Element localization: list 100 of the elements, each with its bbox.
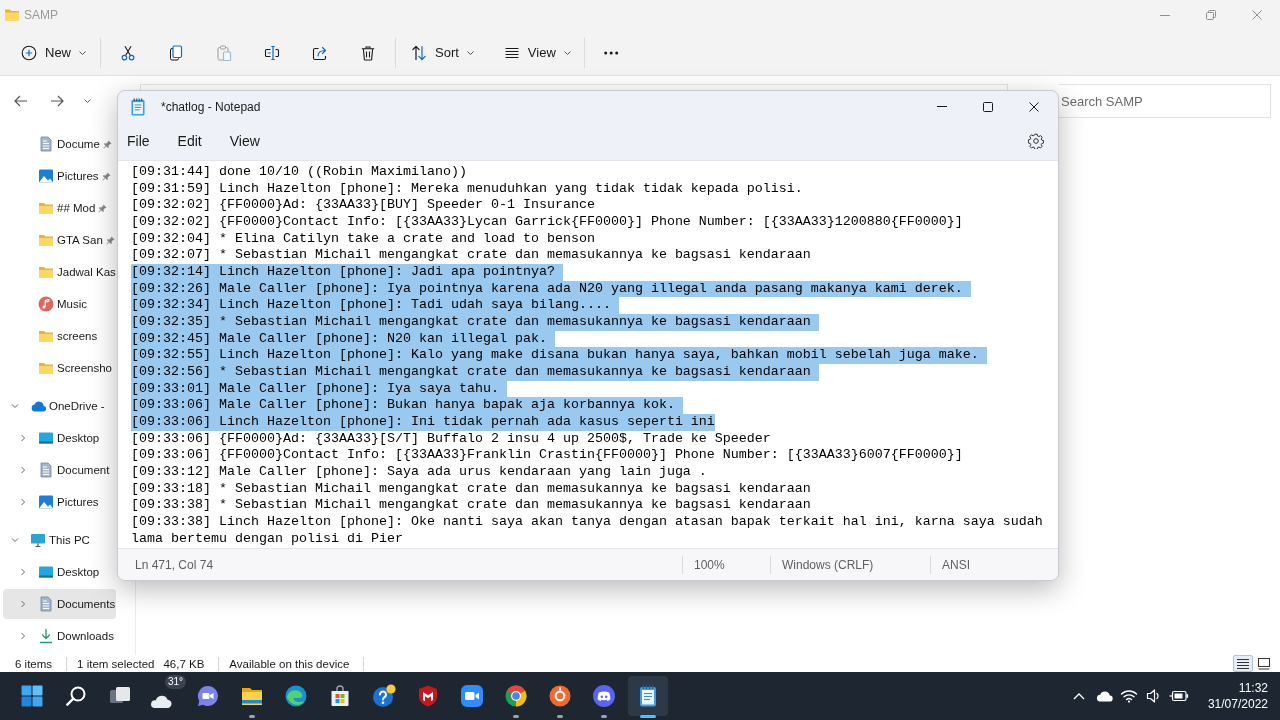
menu-item[interactable]: Edit bbox=[169, 126, 210, 156]
list-lines-icon bbox=[1236, 656, 1250, 671]
plus-circle-icon bbox=[21, 44, 37, 61]
folder-icon bbox=[38, 232, 54, 248]
navigation-item[interactable]: Docume bbox=[3, 129, 116, 159]
circle-ring-icon[interactable] bbox=[548, 684, 572, 708]
navigation-item[interactable]: Pictures bbox=[3, 161, 116, 191]
segmented-circle-icon[interactable] bbox=[504, 684, 528, 708]
item-count: 6 items bbox=[15, 657, 53, 670]
navigation-item[interactable]: Documents bbox=[3, 589, 116, 619]
share-icon bbox=[312, 44, 328, 61]
availability-status: Available on this device bbox=[229, 657, 350, 670]
document-icon bbox=[38, 136, 54, 152]
download-arrow-icon bbox=[38, 628, 54, 644]
cursor-position: Ln 471, Col 74 bbox=[135, 557, 214, 572]
wave-circle-icon[interactable] bbox=[284, 684, 308, 708]
folder-icon bbox=[38, 360, 54, 376]
folder-icon bbox=[38, 328, 54, 344]
copy-icon bbox=[168, 44, 184, 61]
navigation-item[interactable]: GTA San bbox=[3, 225, 116, 255]
arrow-right-icon bbox=[50, 95, 64, 107]
caret-icon bbox=[466, 50, 474, 55]
text-editor[interactable] bbox=[118, 160, 1058, 548]
minimize-icon bbox=[1160, 14, 1170, 16]
sort-button[interactable]: Sort bbox=[399, 35, 484, 70]
caret-icon bbox=[563, 50, 571, 55]
text-line: [09:31:44] done 10/10 ((Robin Maximilano)) bbox=[131, 164, 467, 181]
text-line: [09:32:02] {FF0000}Contact Info: [{33AA33}Lycan Garrick{FF0000}] Phone Number: [{33AA33}1200880{FF0000}] bbox=[131, 214, 963, 231]
search-field[interactable]: Search SAMP bbox=[1059, 84, 1271, 118]
search-icon[interactable] bbox=[64, 684, 88, 708]
picture-icon bbox=[38, 494, 54, 510]
text-line: [09:33:38] Linch Hazelton [phone]: Oke nanti saya akan tanya dengan atasan bapak terkait hal ini, karna saya sudah lama bertemu dengan polisi di Pier bbox=[131, 514, 1044, 548]
cloud-icon[interactable] bbox=[1095, 690, 1114, 702]
notepad-icon bbox=[130, 97, 146, 116]
battery-icon[interactable] bbox=[1169, 690, 1190, 702]
folder-icon bbox=[38, 264, 54, 280]
clock-date: 31/07/2022 bbox=[1207, 696, 1268, 712]
navigation-item[interactable]: Screensho bbox=[3, 353, 116, 383]
navigation-item[interactable]: Pictures bbox=[3, 487, 116, 517]
arrow-left-icon bbox=[14, 95, 28, 107]
shield-icon[interactable] bbox=[416, 684, 440, 708]
cloud-icon[interactable] bbox=[150, 694, 172, 708]
temperature-badge: 31° bbox=[164, 675, 186, 689]
text-line: [09:31:59] Linch Hazelton [phone]: Mereka menuduhkan yang tidak tidak kepada polisi. bbox=[131, 180, 803, 198]
scissors-icon bbox=[120, 44, 136, 61]
navigation-item[interactable]: Document bbox=[3, 455, 116, 485]
chevron-up-icon[interactable] bbox=[1073, 692, 1086, 700]
text-line: [09:32:02] {FF0000}Ad: {33AA33}[BUY] Speeder 0-1 Insurance bbox=[131, 197, 595, 214]
game-controller-icon[interactable] bbox=[592, 684, 616, 708]
question-mark-icon[interactable] bbox=[372, 684, 396, 708]
navigation-item[interactable]: OneDrive - bbox=[3, 391, 116, 421]
video-camera-icon[interactable] bbox=[460, 684, 484, 708]
navigation-item[interactable]: screens bbox=[3, 321, 116, 351]
selection-info: 1 item selected bbox=[77, 657, 155, 670]
maximize-icon bbox=[983, 101, 993, 112]
text-line: [09:33:06] {FF0000}Contact Info: [{33AA33}Franklin Crastin{FF0000}] Phone Number: [{33AA33}6007{FF0000}] bbox=[131, 447, 963, 465]
trash-icon bbox=[360, 44, 376, 61]
zoom-level: 100% bbox=[694, 557, 725, 572]
document-icon bbox=[38, 462, 54, 478]
monitor-icon bbox=[30, 532, 46, 548]
picture-icon bbox=[38, 168, 54, 184]
window-title: *chatlog - Notepad bbox=[161, 99, 261, 114]
up-down-arrows-icon bbox=[411, 44, 427, 61]
chevron-down-icon bbox=[83, 99, 91, 103]
navigation-item[interactable]: Desktop bbox=[3, 423, 116, 453]
new-button[interactable]: New bbox=[15, 35, 97, 70]
line-ending: Windows (CRLF) bbox=[782, 557, 874, 572]
menu-item[interactable]: File bbox=[119, 126, 158, 156]
close-icon bbox=[1029, 101, 1039, 112]
text-line: [09:33:38] * Sebastian Michail mengangkat crate dan memasukannya ke bagsasi kendaraan bbox=[131, 497, 811, 515]
ellipsis-icon bbox=[604, 50, 620, 55]
details-view-button[interactable] bbox=[1233, 655, 1253, 672]
navigation-item[interactable]: Music bbox=[3, 289, 116, 319]
navigation-item[interactable]: ## Mod bbox=[3, 193, 116, 223]
text-line: [09:32:07] * Sebastian Michail mengangkat crate dan memasukannya ke bagsasi kendaraan bbox=[131, 247, 811, 265]
settings-icon bbox=[1028, 133, 1044, 149]
document-icon bbox=[38, 596, 54, 612]
navigation-item[interactable]: This PC bbox=[3, 525, 116, 555]
minimize-icon bbox=[937, 106, 947, 107]
desktop-icon bbox=[38, 430, 54, 446]
tile-icon bbox=[1257, 656, 1271, 671]
navigation-item[interactable]: Downloads bbox=[3, 621, 116, 651]
desktop-icon bbox=[38, 564, 54, 580]
music-note-icon bbox=[38, 296, 54, 312]
wifi-icon[interactable] bbox=[1120, 689, 1139, 703]
text-line: [09:33:06] {FF0000}Ad: {33AA33}[S/T] Buffalo 2 insu 4 up 2500$, Trade ke Speeder bbox=[131, 430, 771, 448]
text-line: [09:32:04] * Elina Catilyn take a crate and load to benson bbox=[131, 230, 595, 248]
navigation-item[interactable]: Jadwal Kas bbox=[3, 257, 116, 287]
four-squares-icon[interactable] bbox=[20, 684, 44, 708]
clock-time: 11:32 bbox=[1238, 680, 1268, 696]
close-icon bbox=[1252, 10, 1262, 20]
menu-item[interactable]: View bbox=[221, 126, 268, 156]
text-line: [09:33:12] Male Caller [phone]: Saya ada urus kendaraan yang lain juga . bbox=[131, 464, 707, 481]
window-title: SAMP bbox=[24, 8, 58, 22]
selection-size: 46,7 KB bbox=[163, 657, 205, 670]
view-button[interactable]: View bbox=[491, 35, 581, 70]
navigation-item[interactable]: Desktop bbox=[3, 557, 116, 587]
folder-icon bbox=[4, 8, 20, 22]
active-app-tile[interactable] bbox=[628, 676, 668, 716]
chat-bubble-icon[interactable] bbox=[196, 684, 220, 708]
